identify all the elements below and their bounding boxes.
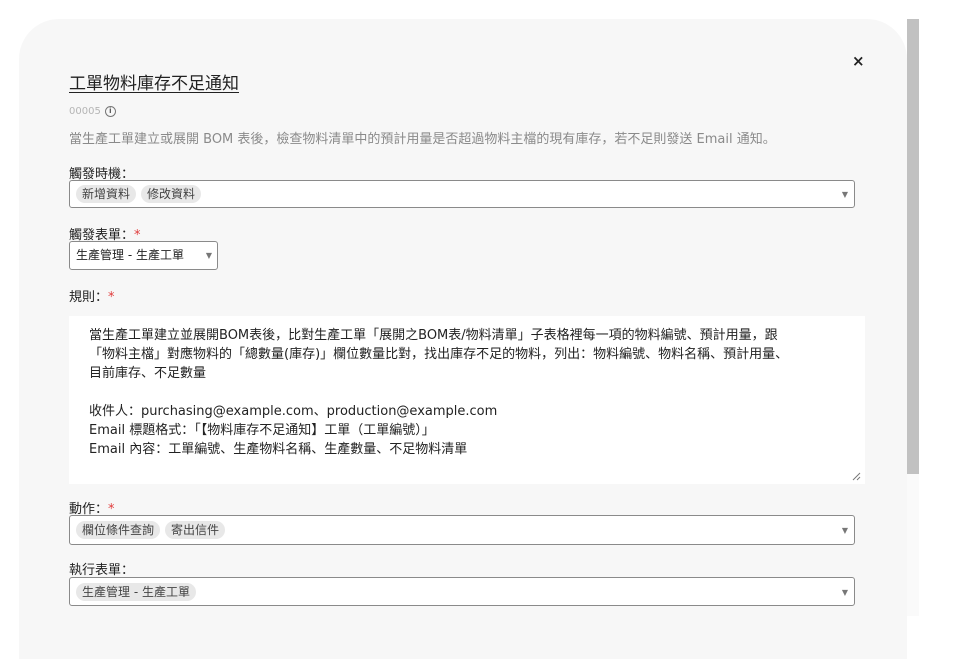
rule-line: Email 標題格式：「【物料庫存不足通知】工單（工單編號）」: [89, 423, 435, 438]
action-chip[interactable]: 欄位條件查詢: [76, 521, 161, 539]
rule-line: 目前庫存、不足數量: [89, 366, 207, 381]
trigger-form-select[interactable]: 生產管理 - 生產工單 ▼: [69, 241, 218, 270]
modal-description: 當生產工單建立或展開 BOM 表後，檢查物料清單中的預計用量是否超過物料主檔的現…: [69, 132, 776, 147]
scrollbar-thumb[interactable]: [907, 19, 919, 474]
rule-line: [89, 383, 845, 402]
action-select[interactable]: 欄位條件查詢 寄出信件 ▼: [69, 515, 855, 545]
exec-form-chip[interactable]: 生產管理 - 生產工單: [76, 582, 196, 601]
rule-label: 規則：*: [69, 290, 115, 305]
record-code-row: 00005 i: [69, 106, 116, 117]
trigger-form-value: 生產管理 - 生產工單: [76, 248, 184, 262]
caret-down-icon: ▼: [205, 251, 212, 260]
caret-down-icon: ▼: [841, 190, 848, 199]
rule-textarea[interactable]: 當生產工單建立並展開BOM表後，比對生產工單「展開之BOM表/物料清單」子表格裡…: [69, 316, 865, 484]
required-mark: *: [108, 290, 115, 305]
rule-line: 收件人：purchasing@example.com、production@ex…: [89, 404, 498, 419]
info-icon[interactable]: i: [104, 106, 116, 117]
caret-down-icon: ▼: [841, 588, 848, 597]
close-icon[interactable]: ×: [852, 52, 865, 70]
exec-form-label: 執行表單：: [69, 563, 135, 578]
resize-handle-icon[interactable]: [852, 472, 861, 481]
exec-form-select[interactable]: 生產管理 - 生產工單 ▼: [69, 577, 855, 606]
record-code: 00005: [69, 106, 101, 117]
rule-line: Email 內容：工單編號、生產物料名稱、生產數量、不足物料清單: [89, 442, 468, 457]
caret-down-icon: ▼: [841, 526, 848, 535]
rule-line: 「物料主檔」對應物料的「總數量(庫存)」欄位數量比對，找出庫存不足的物料，列出：…: [89, 347, 789, 362]
trigger-timing-select[interactable]: 新增資料 修改資料 ▼: [69, 180, 855, 208]
trigger-timing-chip[interactable]: 新增資料: [76, 185, 137, 203]
modal-title: 工單物料庫存不足通知: [69, 74, 239, 94]
trigger-timing-chip[interactable]: 修改資料: [141, 185, 202, 203]
rule-line: 當生產工單建立並展開BOM表後，比對生產工單「展開之BOM表/物料清單」子表格裡…: [89, 328, 778, 343]
action-chip[interactable]: 寄出信件: [165, 521, 226, 539]
